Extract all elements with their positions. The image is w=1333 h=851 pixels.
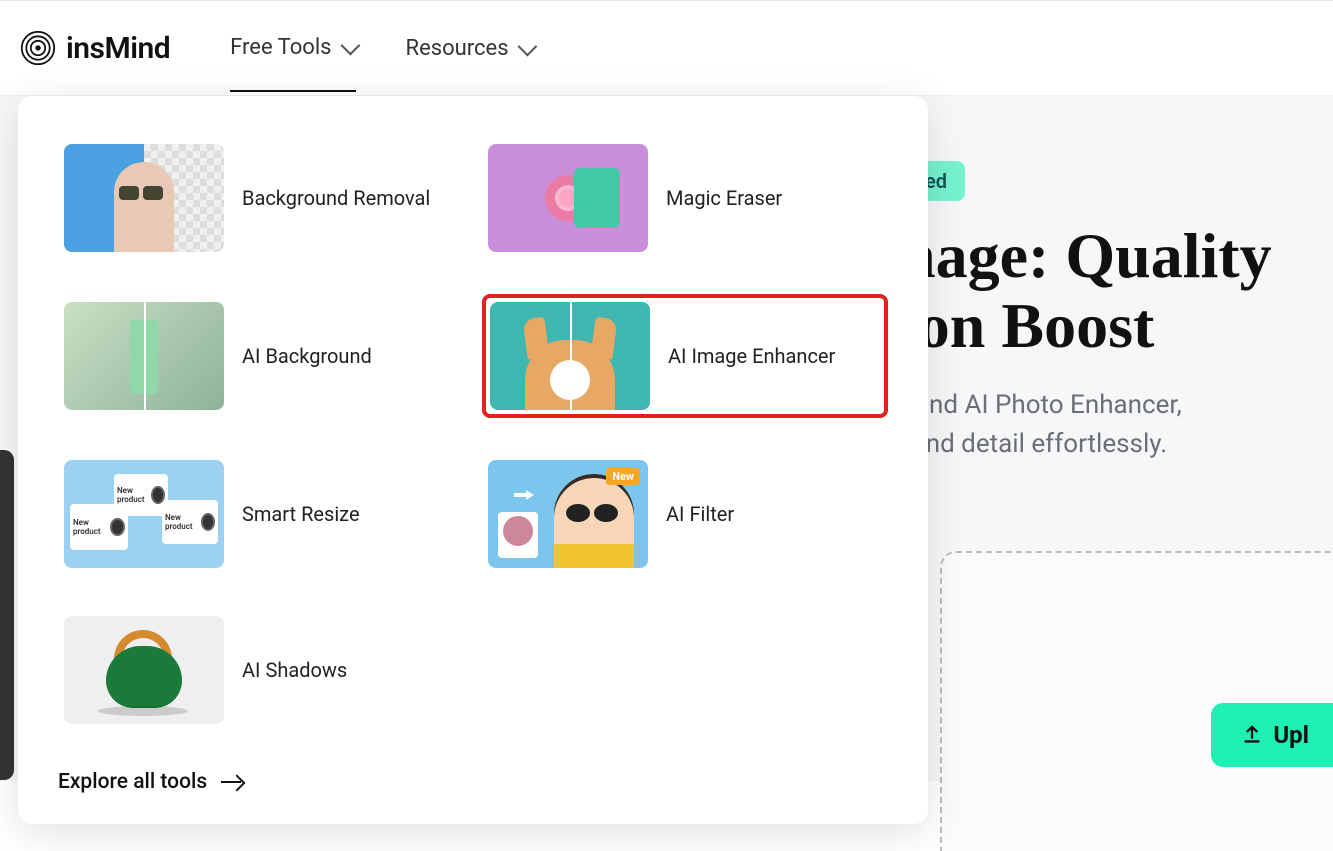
logo-icon	[20, 30, 56, 66]
nav-free-tools[interactable]: Free Tools	[230, 5, 355, 92]
upload-dropzone[interactable]: Upl	[940, 551, 1333, 851]
tool-thumb-ai-filter: New	[488, 460, 648, 568]
tool-label: Magic Eraser	[666, 186, 782, 210]
nav-resources[interactable]: Resources	[406, 5, 533, 92]
tool-ai-shadows[interactable]: AI Shadows	[58, 610, 464, 730]
hero-description: Mind AI Photo Enhancer, , and detail eff…	[900, 386, 1182, 464]
comparison-slider-preview	[0, 450, 14, 780]
tool-label: AI Filter	[666, 502, 734, 526]
tool-ai-image-enhancer[interactable]: AI Image Enhancer	[482, 294, 888, 418]
upload-label: Upl	[1273, 721, 1309, 749]
chevron-down-icon	[517, 37, 537, 57]
arrow-right-icon	[221, 781, 241, 783]
nav: Free Tools Resources	[230, 5, 532, 92]
tool-magic-eraser[interactable]: Magic Eraser	[482, 138, 888, 258]
tool-thumb-magic-eraser	[488, 144, 648, 252]
tool-ai-background[interactable]: AI Background	[58, 294, 464, 418]
nav-free-tools-label: Free Tools	[230, 35, 331, 60]
logo[interactable]: insMind	[20, 30, 170, 66]
tool-thumb-ai-background	[64, 302, 224, 410]
logo-text: insMind	[66, 31, 170, 66]
hero-desc-line1: Mind AI Photo Enhancer,	[900, 386, 1182, 425]
nav-resources-label: Resources	[406, 36, 509, 61]
tool-label: Background Removal	[242, 186, 430, 210]
chevron-down-icon	[340, 36, 360, 56]
upload-button[interactable]: Upl	[1211, 703, 1333, 767]
tool-ai-filter[interactable]: New AI Filter	[482, 454, 888, 574]
hero-title-line2: ion Boost	[900, 291, 1272, 361]
hero-desc-line2: , and detail effortlessly.	[900, 425, 1182, 464]
tool-thumb-smart-resize: New product New product New product	[64, 460, 224, 568]
new-badge: New	[606, 468, 640, 485]
upload-icon	[1241, 724, 1263, 746]
free-tools-dropdown: Background Removal Magic Eraser AI Backg…	[18, 96, 928, 824]
explore-all-tools-link[interactable]: Explore all tools	[58, 770, 888, 794]
tool-thumb-ai-enhancer	[490, 302, 650, 410]
hero-title: nage: Quality ion Boost	[900, 221, 1272, 362]
tool-smart-resize[interactable]: New product New product New product Smar…	[58, 454, 464, 574]
tool-label: Smart Resize	[242, 502, 360, 526]
topbar: insMind Free Tools Resources	[0, 0, 1333, 96]
explore-label: Explore all tools	[58, 770, 207, 794]
hero-title-line1: nage: Quality	[900, 221, 1272, 291]
tool-background-removal[interactable]: Background Removal	[58, 138, 464, 258]
tool-label: AI Background	[242, 344, 372, 368]
tool-thumb-bg-removal	[64, 144, 224, 252]
tool-label: AI Image Enhancer	[668, 344, 835, 368]
tool-label: AI Shadows	[242, 658, 347, 682]
tool-thumb-ai-shadows	[64, 616, 224, 724]
